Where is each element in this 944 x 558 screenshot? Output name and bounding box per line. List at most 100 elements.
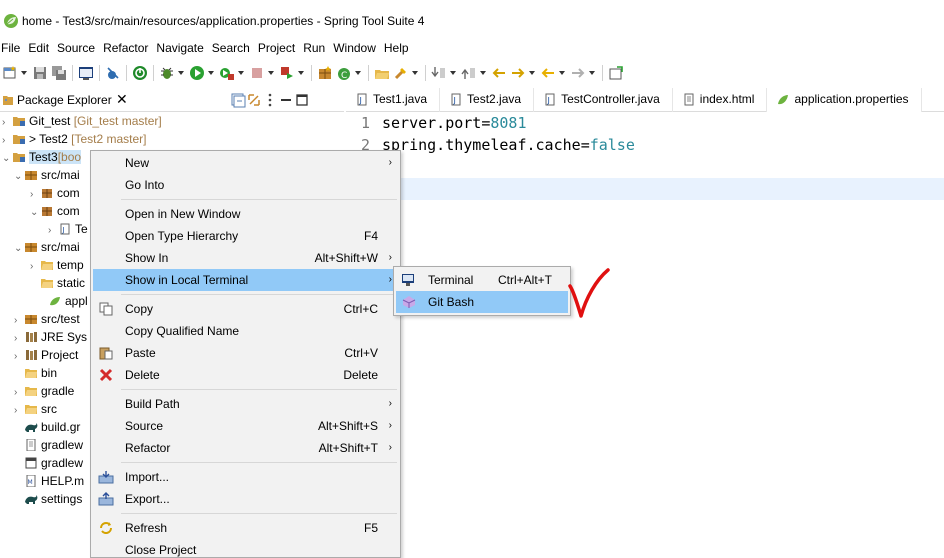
link-with-editor-icon[interactable] bbox=[246, 92, 262, 108]
tree-item-gradlew[interactable]: gradlew bbox=[24, 436, 83, 454]
tree-item-package[interactable]: › com bbox=[30, 184, 80, 202]
menu-item-source[interactable]: Source Alt+Shift+S › bbox=[93, 415, 398, 437]
tree-item-gradle[interactable]: › gradle bbox=[14, 382, 74, 400]
menu-refactor[interactable]: Refactor bbox=[102, 38, 153, 58]
tree-item-test2[interactable]: › > Test2 [Test2 master] bbox=[2, 130, 147, 148]
tree-item-settings-gradle[interactable]: settings bbox=[24, 490, 82, 508]
chevron-down-icon[interactable]: ⌄ bbox=[14, 168, 24, 186]
menu-edit[interactable]: Edit bbox=[27, 38, 54, 58]
save-icon[interactable] bbox=[32, 65, 48, 81]
tree-item-project-dependencies[interactable]: › Project bbox=[14, 346, 78, 364]
menu-item-close-project[interactable]: Close Project bbox=[93, 539, 398, 558]
relaunch-dropdown-icon[interactable] bbox=[298, 65, 305, 81]
menu-item-show-in-local-terminal[interactable]: Show in Local Terminal › bbox=[93, 269, 398, 291]
editor-tab-index-html[interactable]: index.html bbox=[673, 88, 768, 112]
menu-window[interactable]: Window bbox=[332, 38, 381, 58]
maximize-icon[interactable] bbox=[294, 92, 310, 108]
menu-item-open-type-hierarchy[interactable]: Open Type Hierarchy F4 bbox=[93, 225, 398, 247]
tree-item-jre-system-library[interactable]: › JRE Sys bbox=[14, 328, 87, 346]
submenu-item-terminal[interactable]: Terminal Ctrl+Alt+T bbox=[396, 269, 568, 291]
menu-help[interactable]: Help bbox=[383, 38, 414, 58]
next-annotation-icon[interactable] bbox=[431, 65, 447, 81]
menu-item-delete[interactable]: Delete Delete bbox=[93, 364, 398, 386]
menu-item-copy-qualified-name[interactable]: Copy Qualified Name bbox=[93, 320, 398, 342]
tree-item-git-test[interactable]: › Git_test [Git_test master] bbox=[2, 112, 162, 130]
submenu-item-git-bash[interactable]: Git Bash bbox=[396, 291, 568, 313]
new-package-icon[interactable] bbox=[317, 65, 333, 81]
open-type-icon[interactable] bbox=[374, 65, 390, 81]
relaunch-icon[interactable] bbox=[279, 65, 295, 81]
external-tools-icon[interactable] bbox=[219, 65, 235, 81]
menu-search[interactable]: Search bbox=[211, 38, 255, 58]
new-class-dropdown-icon[interactable] bbox=[355, 65, 362, 81]
pin-editor-icon[interactable] bbox=[608, 65, 624, 81]
back-icon[interactable] bbox=[540, 65, 556, 81]
code-line[interactable]: 1 server.port=8081 bbox=[346, 112, 527, 134]
debug-dropdown-icon[interactable] bbox=[178, 65, 185, 81]
tree-item-src[interactable]: › src bbox=[14, 400, 57, 418]
menu-navigate[interactable]: Navigate bbox=[155, 38, 208, 58]
menu-item-refresh[interactable]: Refresh F5 bbox=[93, 517, 398, 539]
menu-item-export[interactable]: Export... bbox=[93, 488, 398, 510]
chevron-right-icon[interactable]: › bbox=[14, 348, 24, 366]
external-tools-dropdown-icon[interactable] bbox=[238, 65, 245, 81]
new-dropdown-icon[interactable] bbox=[21, 65, 28, 81]
tree-item-templates[interactable]: › temp bbox=[30, 256, 84, 274]
tree-item-gradlew-bat[interactable]: gradlew bbox=[24, 454, 83, 472]
editor-tab-test1-java[interactable]: J Test1.java bbox=[346, 88, 441, 112]
tree-item-bin[interactable]: bin bbox=[24, 364, 57, 382]
terminal-icon[interactable] bbox=[78, 65, 94, 81]
new-icon[interactable] bbox=[2, 65, 18, 81]
menu-item-refactor[interactable]: Refactor Alt+Shift+T › bbox=[93, 437, 398, 459]
editor-tab-testcontroller-java[interactable]: J TestController.java bbox=[534, 88, 673, 112]
chevron-down-icon[interactable]: ⌄ bbox=[14, 240, 24, 258]
menu-run[interactable]: Run bbox=[302, 38, 330, 58]
next-annotation-dropdown-icon[interactable] bbox=[450, 65, 457, 81]
menu-source[interactable]: Source bbox=[56, 38, 100, 58]
save-all-icon[interactable] bbox=[51, 65, 67, 81]
spring-boot-run-icon[interactable] bbox=[132, 65, 148, 81]
tree-item-src-test[interactable]: › src/test bbox=[14, 310, 80, 328]
tree-item-help-md[interactable]: M HELP.m bbox=[24, 472, 84, 490]
tree-item-src-main-resources[interactable]: ⌄ src/mai bbox=[14, 238, 80, 256]
menu-item-import[interactable]: Import... bbox=[93, 466, 398, 488]
tree-item-java-file[interactable]: › J Te bbox=[48, 220, 88, 238]
menu-file[interactable]: File bbox=[0, 38, 25, 58]
chevron-right-icon[interactable]: › bbox=[30, 258, 40, 276]
editor-tab-application-properties[interactable]: application.properties bbox=[767, 88, 922, 112]
tree-item-build-gradle[interactable]: build.gr bbox=[24, 418, 80, 436]
menu-item-paste[interactable]: Paste Ctrl+V bbox=[93, 342, 398, 364]
chevron-right-icon[interactable]: › bbox=[14, 402, 24, 420]
last-edit-location-icon[interactable] bbox=[491, 65, 507, 81]
menu-item-show-in[interactable]: Show In Alt+Shift+W › bbox=[93, 247, 398, 269]
search-dropdown-icon[interactable] bbox=[412, 65, 419, 81]
tree-item-src-main-java[interactable]: ⌄ src/mai bbox=[14, 166, 80, 184]
menu-item-copy[interactable]: Copy Ctrl+C bbox=[93, 298, 398, 320]
minimize-icon[interactable] bbox=[278, 92, 294, 108]
search-icon[interactable] bbox=[393, 65, 409, 81]
editor-tab-test2-java[interactable]: J Test2.java bbox=[440, 88, 535, 112]
previous-annotation-icon[interactable] bbox=[461, 65, 477, 81]
tree-item-test3[interactable]: ⌄ Test3[boo bbox=[2, 148, 82, 168]
forward-dropdown-icon[interactable] bbox=[589, 65, 596, 81]
menu-item-build-path[interactable]: Build Path › bbox=[93, 393, 398, 415]
edit-location-dropdown-icon[interactable] bbox=[529, 65, 536, 81]
chevron-down-icon[interactable]: ⌄ bbox=[2, 150, 12, 168]
view-menu-icon[interactable] bbox=[262, 92, 278, 108]
forward-edit-location-icon[interactable] bbox=[510, 65, 526, 81]
run-dropdown-icon[interactable] bbox=[208, 65, 215, 81]
back-dropdown-icon[interactable] bbox=[559, 65, 566, 81]
previous-annotation-dropdown-icon[interactable] bbox=[480, 65, 487, 81]
collapse-all-icon[interactable] bbox=[230, 92, 246, 108]
tree-item-application-properties[interactable]: appl bbox=[48, 292, 88, 310]
run-icon[interactable] bbox=[189, 65, 205, 81]
code-editor[interactable]: 1 server.port=8081 2 spring.thymeleaf.cach… bbox=[346, 112, 944, 558]
menu-item-go-into[interactable]: Go Into bbox=[93, 174, 398, 196]
menu-project[interactable]: Project bbox=[257, 38, 300, 58]
debug-icon[interactable] bbox=[159, 65, 175, 81]
tree-item-package[interactable]: ⌄ com bbox=[30, 202, 80, 220]
chevron-down-icon[interactable]: ⌄ bbox=[30, 204, 40, 222]
menu-item-new[interactable]: New › bbox=[93, 152, 398, 174]
close-icon[interactable]: ✕ bbox=[116, 92, 128, 106]
tree-item-static[interactable]: static bbox=[40, 274, 85, 292]
